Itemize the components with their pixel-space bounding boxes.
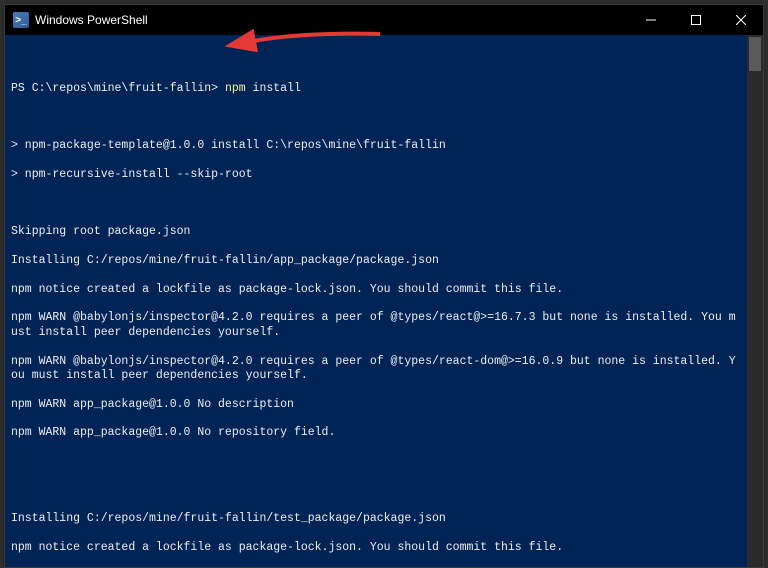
maximize-button[interactable]: [673, 5, 718, 35]
output-line: npm notice created a lockfile as package…: [11, 283, 741, 297]
scrollbar-thumb[interactable]: [749, 37, 761, 71]
prompt-line: PS C:\repos\mine\fruit-fallin> npm insta…: [11, 82, 741, 96]
output-line: > npm-package-template@1.0.0 install C:\…: [11, 139, 741, 153]
output-line: npm WARN @babylonjs/inspector@4.2.0 requ…: [11, 311, 741, 340]
output-line: Installing C:/repos/mine/fruit-fallin/te…: [11, 512, 741, 526]
powershell-icon: >_: [13, 12, 29, 28]
titlebar[interactable]: >_ Windows PowerShell: [5, 5, 763, 35]
blank-line: [11, 197, 741, 211]
output-line: Skipping root package.json: [11, 225, 741, 239]
output-line: npm WARN @babylonjs/inspector@4.2.0 requ…: [11, 355, 741, 384]
minimize-button[interactable]: [628, 5, 673, 35]
command-name: npm: [225, 82, 246, 95]
scrollbar[interactable]: [747, 35, 763, 567]
output-line: npm notice created a lockfile as package…: [11, 541, 741, 555]
blank-line: [11, 111, 741, 125]
output-line: > npm-recursive-install --skip-root: [11, 168, 741, 182]
powershell-window: >_ Windows PowerShell PS C:\repos\mine\f…: [4, 4, 764, 568]
window-controls: [628, 5, 763, 35]
output-line: Installing C:/repos/mine/fruit-fallin/ap…: [11, 254, 741, 268]
close-button[interactable]: [718, 5, 763, 35]
output-line: npm WARN app_package@1.0.0 No repository…: [11, 426, 741, 440]
terminal-output[interactable]: PS C:\repos\mine\fruit-fallin> npm insta…: [5, 35, 763, 567]
output-line: npm WARN app_package@1.0.0 No descriptio…: [11, 398, 741, 412]
window-title: Windows PowerShell: [35, 13, 628, 27]
blank-line: [11, 484, 741, 498]
blank-line: [11, 455, 741, 469]
command-arg: install: [246, 82, 301, 95]
prompt-path: PS C:\repos\mine\fruit-fallin>: [11, 82, 225, 95]
